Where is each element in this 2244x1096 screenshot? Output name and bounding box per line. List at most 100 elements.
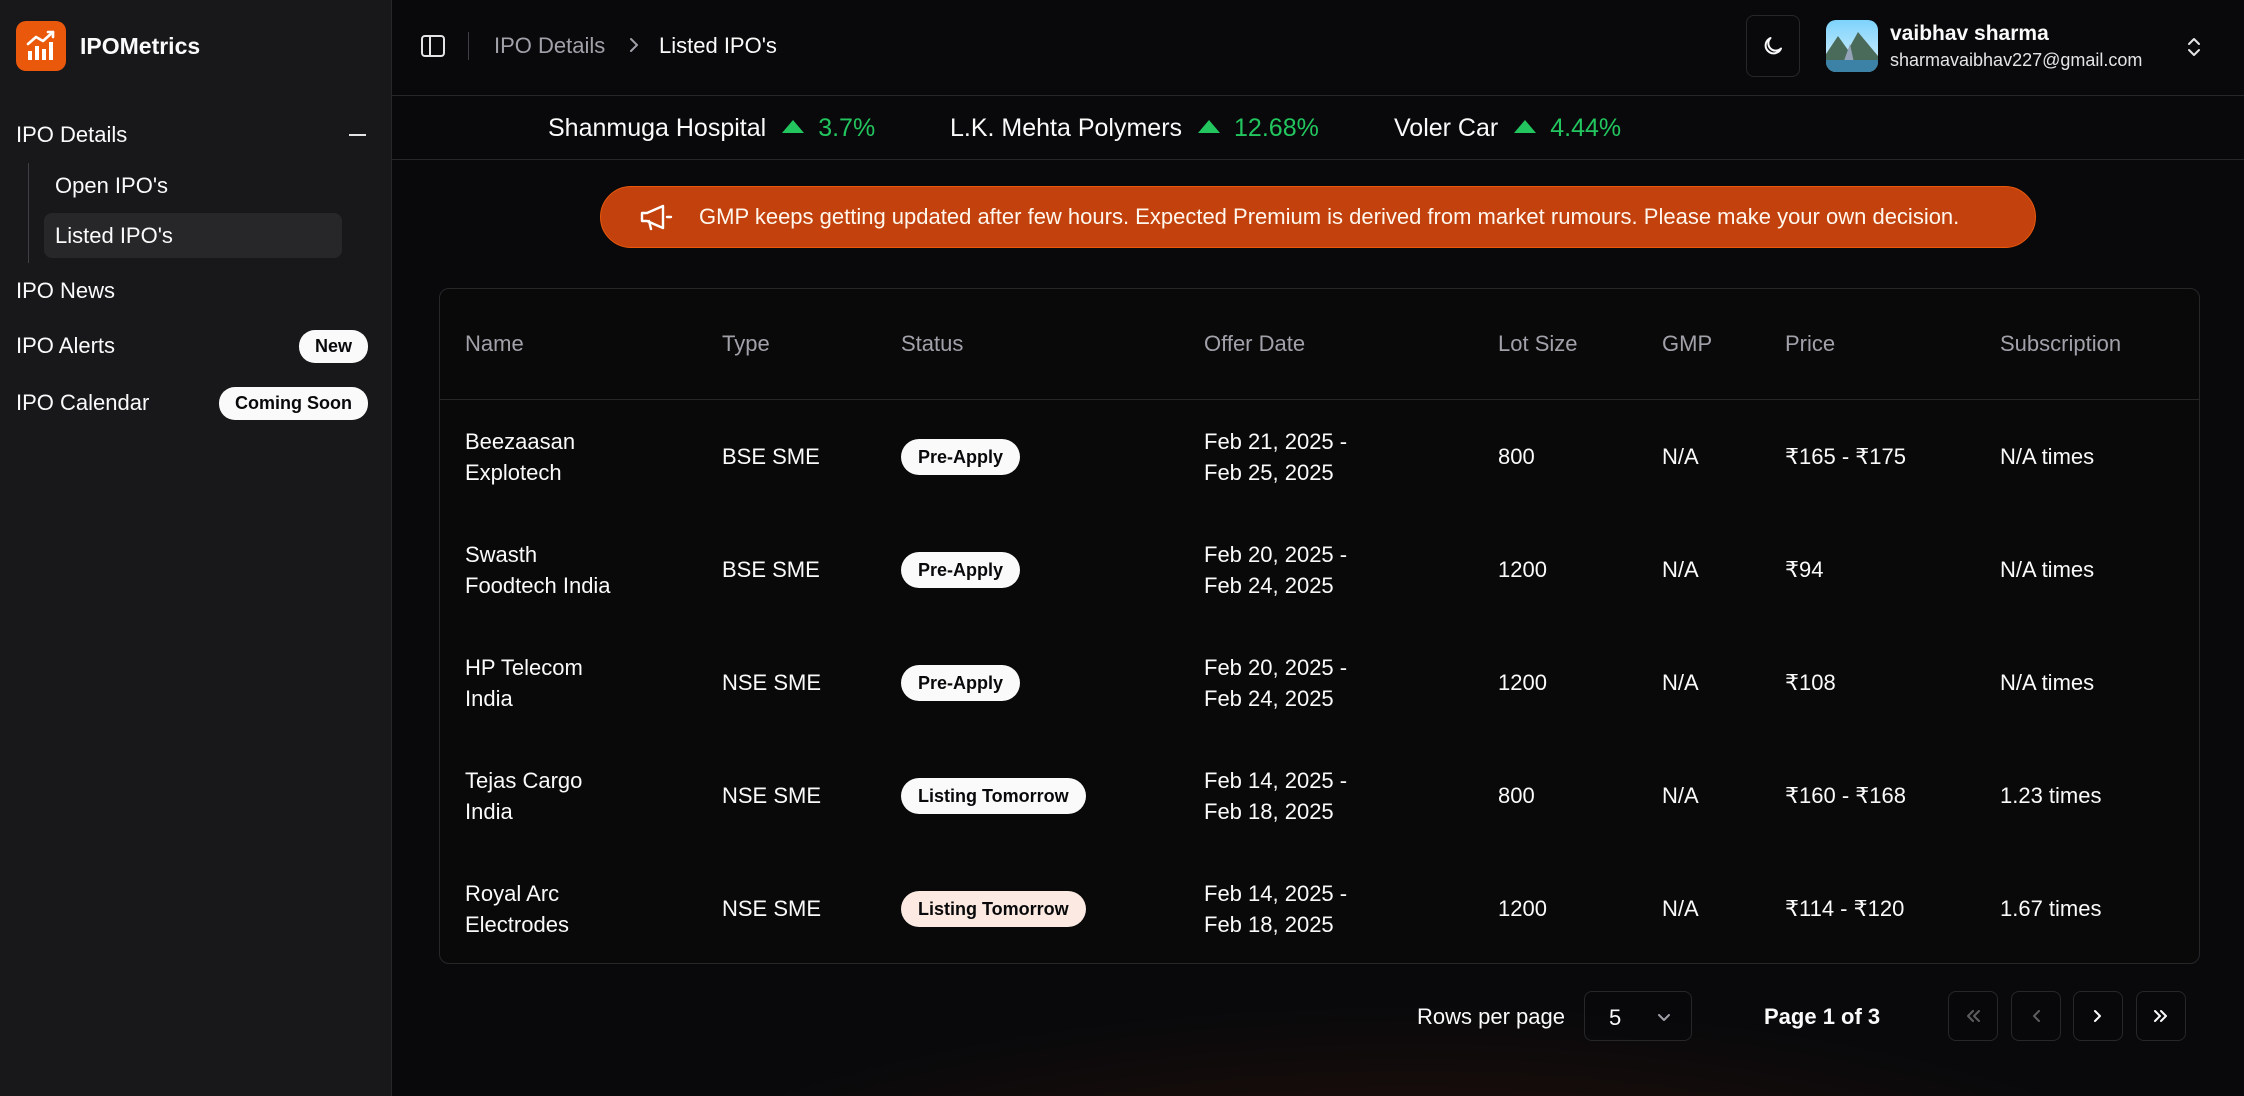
sidebar-subnav: Open IPO's Listed IPO's — [28, 163, 342, 263]
chevron-down-icon — [1655, 1008, 1673, 1026]
gmp-value: N/A — [1662, 557, 1699, 582]
sidebar: IPOMetrics IPO Details Open IPO's Listed… — [0, 0, 392, 1096]
panel-left-icon[interactable] — [420, 33, 446, 59]
sidebar-item-ipo-alerts[interactable]: IPO Alerts New — [16, 328, 368, 364]
chevrons-up-down-icon[interactable] — [2185, 34, 2203, 60]
avatar[interactable] — [1826, 20, 1878, 72]
column-header-status[interactable]: Status — [901, 331, 963, 357]
gmp-value: N/A — [1662, 896, 1699, 921]
header-divider — [468, 32, 469, 60]
status-badge: Pre-Apply — [901, 665, 1021, 701]
previous-page-button[interactable] — [2011, 991, 2061, 1041]
breadcrumb-listed-ipos: Listed IPO's — [659, 33, 777, 58]
table-row[interactable]: Tejas Cargo India NSE SME Listing Tomorro… — [440, 740, 2199, 853]
ipo-name: HP Telecom India — [465, 655, 583, 711]
subscription-value: 1.23 times — [2000, 783, 2102, 808]
ticker-change: 3.7% — [818, 114, 876, 142]
ipo-type: NSE SME — [722, 783, 822, 808]
brand[interactable]: IPOMetrics — [16, 21, 200, 71]
offer-date: Feb 14, 2025 - Feb 18, 2025 — [1204, 881, 1348, 937]
ipo-name: Swasth Foodtech India — [465, 542, 611, 598]
column-header-name[interactable]: Name — [465, 331, 524, 357]
chevrons-left-icon — [1967, 1010, 1980, 1022]
main-content: IPO Details Listed IPO's vaibhav sharma … — [392, 0, 2244, 1096]
first-page-button[interactable] — [1948, 991, 1998, 1041]
sidebar-item-listed-ipos[interactable]: Listed IPO's — [44, 213, 342, 258]
sidebar-item-label: IPO Calendar — [16, 390, 150, 415]
ticker-name: L.K. Mehta Polymers — [950, 114, 1183, 142]
sidebar-item-label: IPO News — [16, 278, 116, 303]
status-badge: Pre-Apply — [901, 552, 1021, 588]
ticker-item[interactable]: L.K. Mehta Polymers 12.68% — [950, 114, 1319, 143]
status-badge: Listing Tomorrow — [901, 891, 1086, 927]
rows-per-page-select[interactable]: 5 — [1584, 991, 1692, 1041]
offer-date: Feb 20, 2025 - Feb 24, 2025 — [1204, 655, 1348, 711]
status-badge: Pre-Apply — [901, 439, 1021, 475]
lot-size: 1200 — [1498, 557, 1547, 582]
triangle-up-icon — [782, 120, 805, 133]
sidebar-item-ipo-calendar[interactable]: IPO Calendar Coming Soon — [16, 385, 368, 421]
listed-ipo-table: Name Type Status Offer Date Lot Size GMP… — [439, 288, 2200, 964]
table-row[interactable]: Beezaasan Explotech BSE SME Pre-Apply Feb… — [440, 401, 2199, 514]
ticker-change: 4.44% — [1550, 114, 1622, 142]
subscription-value: N/A times — [2000, 557, 2095, 582]
sidebar-group-label: IPO Details — [16, 122, 128, 147]
offer-date: Feb 14, 2025 - Feb 18, 2025 — [1204, 768, 1348, 824]
app-root: IPOMetrics IPO Details Open IPO's Listed… — [0, 0, 2244, 1096]
last-page-button[interactable] — [2136, 991, 2186, 1041]
column-header-gmp[interactable]: GMP — [1662, 331, 1712, 357]
ticker-item[interactable]: Shanmuga Hospital 3.7% — [548, 114, 875, 143]
column-header-type[interactable]: Type — [722, 331, 770, 357]
status-badge: Listing Tomorrow — [901, 778, 1086, 814]
price-value: ₹94 — [1785, 557, 1824, 582]
triangle-up-icon — [1514, 120, 1537, 133]
brand-name: IPOMetrics — [80, 32, 201, 59]
ipo-name: Beezaasan Explotech — [465, 429, 576, 485]
offer-date: Feb 20, 2025 - Feb 24, 2025 — [1204, 542, 1348, 598]
notice-text: GMP keeps getting updated after few hour… — [699, 204, 1960, 229]
lot-size: 800 — [1498, 783, 1535, 808]
chevron-right-icon — [2094, 1010, 2101, 1022]
page-info: Page 1 of 3 — [1764, 1004, 1881, 1029]
subscription-value: 1.67 times — [2000, 896, 2102, 921]
megaphone-icon — [639, 202, 673, 232]
chevrons-right-icon — [2154, 1010, 2167, 1022]
ticker-name: Shanmuga Hospital — [548, 114, 767, 142]
ipo-type: NSE SME — [722, 670, 822, 695]
ipo-type: BSE SME — [722, 557, 820, 582]
pagination: Rows per page 5 Page 1 of 3 — [392, 990, 2244, 1042]
chevron-right-icon — [624, 35, 644, 55]
ticker-item[interactable]: Voler Car 4.44% — [1394, 114, 1621, 143]
theme-toggle-button[interactable] — [1746, 15, 1800, 77]
triangle-up-icon — [1198, 120, 1221, 133]
column-header-subscription[interactable]: Subscription — [2000, 331, 2121, 357]
sidebar-item-ipo-news[interactable]: IPO News — [16, 273, 368, 309]
column-header-lot-size[interactable]: Lot Size — [1498, 331, 1578, 357]
sidebar-item-label: IPO Alerts — [16, 333, 116, 358]
table-row[interactable]: Swasth Foodtech India BSE SME Pre-Apply F… — [440, 514, 2199, 627]
rows-per-page-value: 5 — [1609, 1005, 1622, 1030]
ipo-name: Royal Arc Electrodes — [465, 881, 569, 937]
price-value: ₹108 — [1785, 670, 1836, 695]
new-badge: New — [298, 329, 368, 363]
lot-size: 1200 — [1498, 896, 1547, 921]
next-page-button[interactable] — [2073, 991, 2123, 1041]
lot-size: 800 — [1498, 444, 1535, 469]
table-row[interactable]: HP Telecom India NSE SME Pre-Apply Feb 20… — [440, 627, 2199, 740]
ticker-name: Voler Car — [1394, 114, 1499, 142]
ipo-type: NSE SME — [722, 896, 822, 921]
sidebar-group-ipo-details[interactable]: IPO Details — [16, 118, 368, 152]
gmp-value: N/A — [1662, 670, 1699, 695]
gmp-value: N/A — [1662, 444, 1699, 469]
column-header-offer-date[interactable]: Offer Date — [1204, 331, 1305, 357]
ticker-change: 12.68% — [1234, 114, 1319, 142]
sidebar-item-open-ipos[interactable]: Open IPO's — [44, 163, 342, 208]
table-row[interactable]: Royal Arc Electrodes NSE SME Listing Tomo… — [440, 853, 2199, 966]
column-header-price[interactable]: Price — [1785, 331, 1835, 357]
lot-size: 1200 — [1498, 670, 1547, 695]
price-value: ₹165 - ₹175 — [1785, 444, 1906, 469]
breadcrumb-ipo-details[interactable]: IPO Details — [494, 33, 605, 59]
collapse-minus-icon[interactable] — [349, 134, 366, 136]
gmp-value: N/A — [1662, 783, 1699, 808]
ipo-type: BSE SME — [722, 444, 820, 469]
